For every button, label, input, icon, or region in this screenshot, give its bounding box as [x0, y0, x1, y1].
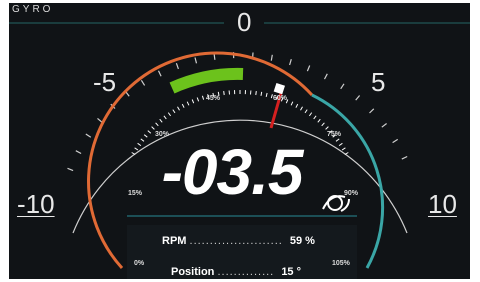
position-dots: ..............	[217, 266, 275, 278]
scale-label-neg10: -10	[17, 189, 55, 219]
inner-tick	[167, 112, 172, 117]
inner-tick	[317, 118, 321, 123]
position-row: Position .............. 15 °	[171, 266, 301, 278]
inner-tick	[335, 138, 340, 142]
position-label: Position	[171, 266, 215, 278]
outer-tick	[157, 70, 162, 77]
main-value: -03.5	[161, 136, 304, 208]
inner-tick	[159, 118, 163, 123]
inner-tick	[186, 101, 190, 106]
outer-tick	[306, 65, 311, 72]
inner-tick	[260, 91, 263, 96]
scale-label-pos10: 10	[428, 189, 457, 219]
rpm-label: RPM	[162, 235, 187, 247]
outer-tick	[67, 167, 74, 172]
rpm-value: 59 %	[289, 235, 315, 247]
inner-tick	[325, 126, 329, 130]
outer-tick	[97, 117, 103, 123]
outer-tick	[392, 138, 399, 144]
inner-tick	[338, 142, 343, 147]
outer-tick	[323, 73, 328, 80]
outer-tick	[381, 123, 387, 128]
outer-tick	[85, 133, 92, 138]
pct-label-0: 0%	[134, 260, 145, 267]
outer-tick	[355, 95, 361, 101]
inner-tick	[155, 122, 159, 127]
inner-tick	[341, 147, 346, 151]
inner-tick	[304, 109, 308, 114]
inner-tick	[295, 103, 299, 108]
outer-tick	[369, 108, 375, 114]
outer-tick	[213, 53, 216, 60]
band-top	[127, 215, 357, 217]
rpm-dots: .......................	[189, 235, 283, 247]
pct-label-90: 90%	[344, 190, 359, 197]
outer-tick	[140, 79, 146, 86]
gyro-display: GYRO 0 -5 5 -10 10 0% 15% 30% 45% 60% 75…	[9, 3, 470, 279]
green-indicator	[169, 67, 244, 94]
inner-tick	[308, 112, 313, 117]
inner-tick	[290, 101, 294, 106]
inner-tick	[172, 109, 176, 114]
outer-tick	[289, 59, 292, 66]
inner-tick	[191, 99, 195, 104]
inner-tick	[201, 95, 205, 100]
outer-tick	[194, 57, 198, 64]
inner-tick	[223, 91, 225, 96]
rpm-row: RPM ....................... 59 %	[162, 235, 315, 247]
inner-tick	[181, 103, 185, 108]
outer-tick	[401, 155, 408, 160]
inner-tick	[177, 106, 180, 111]
pct-label-105: 105%	[332, 260, 350, 267]
inner-tick	[151, 126, 155, 130]
scale-label-neg5: -5	[93, 67, 117, 97]
scale-label-pos5: 5	[371, 67, 386, 97]
pct-label-45: 45%	[206, 95, 221, 102]
inner-tick	[265, 92, 268, 98]
outer-tick	[175, 63, 179, 70]
inner-tick	[321, 122, 325, 127]
outer-tick	[340, 83, 345, 90]
inner-tick	[300, 106, 303, 111]
needle-cap	[273, 82, 285, 95]
outer-tick	[270, 54, 273, 61]
pct-label-75: 75%	[327, 131, 342, 138]
inner-tick	[163, 115, 167, 120]
pct-label-60: 60%	[273, 95, 288, 102]
position-value: 15 °	[281, 266, 302, 278]
inner-tick	[313, 115, 317, 120]
inner-tick	[196, 97, 200, 102]
inner-tick	[147, 130, 152, 134]
outer-tick	[75, 150, 82, 155]
scale-label-0: 0	[237, 7, 252, 37]
